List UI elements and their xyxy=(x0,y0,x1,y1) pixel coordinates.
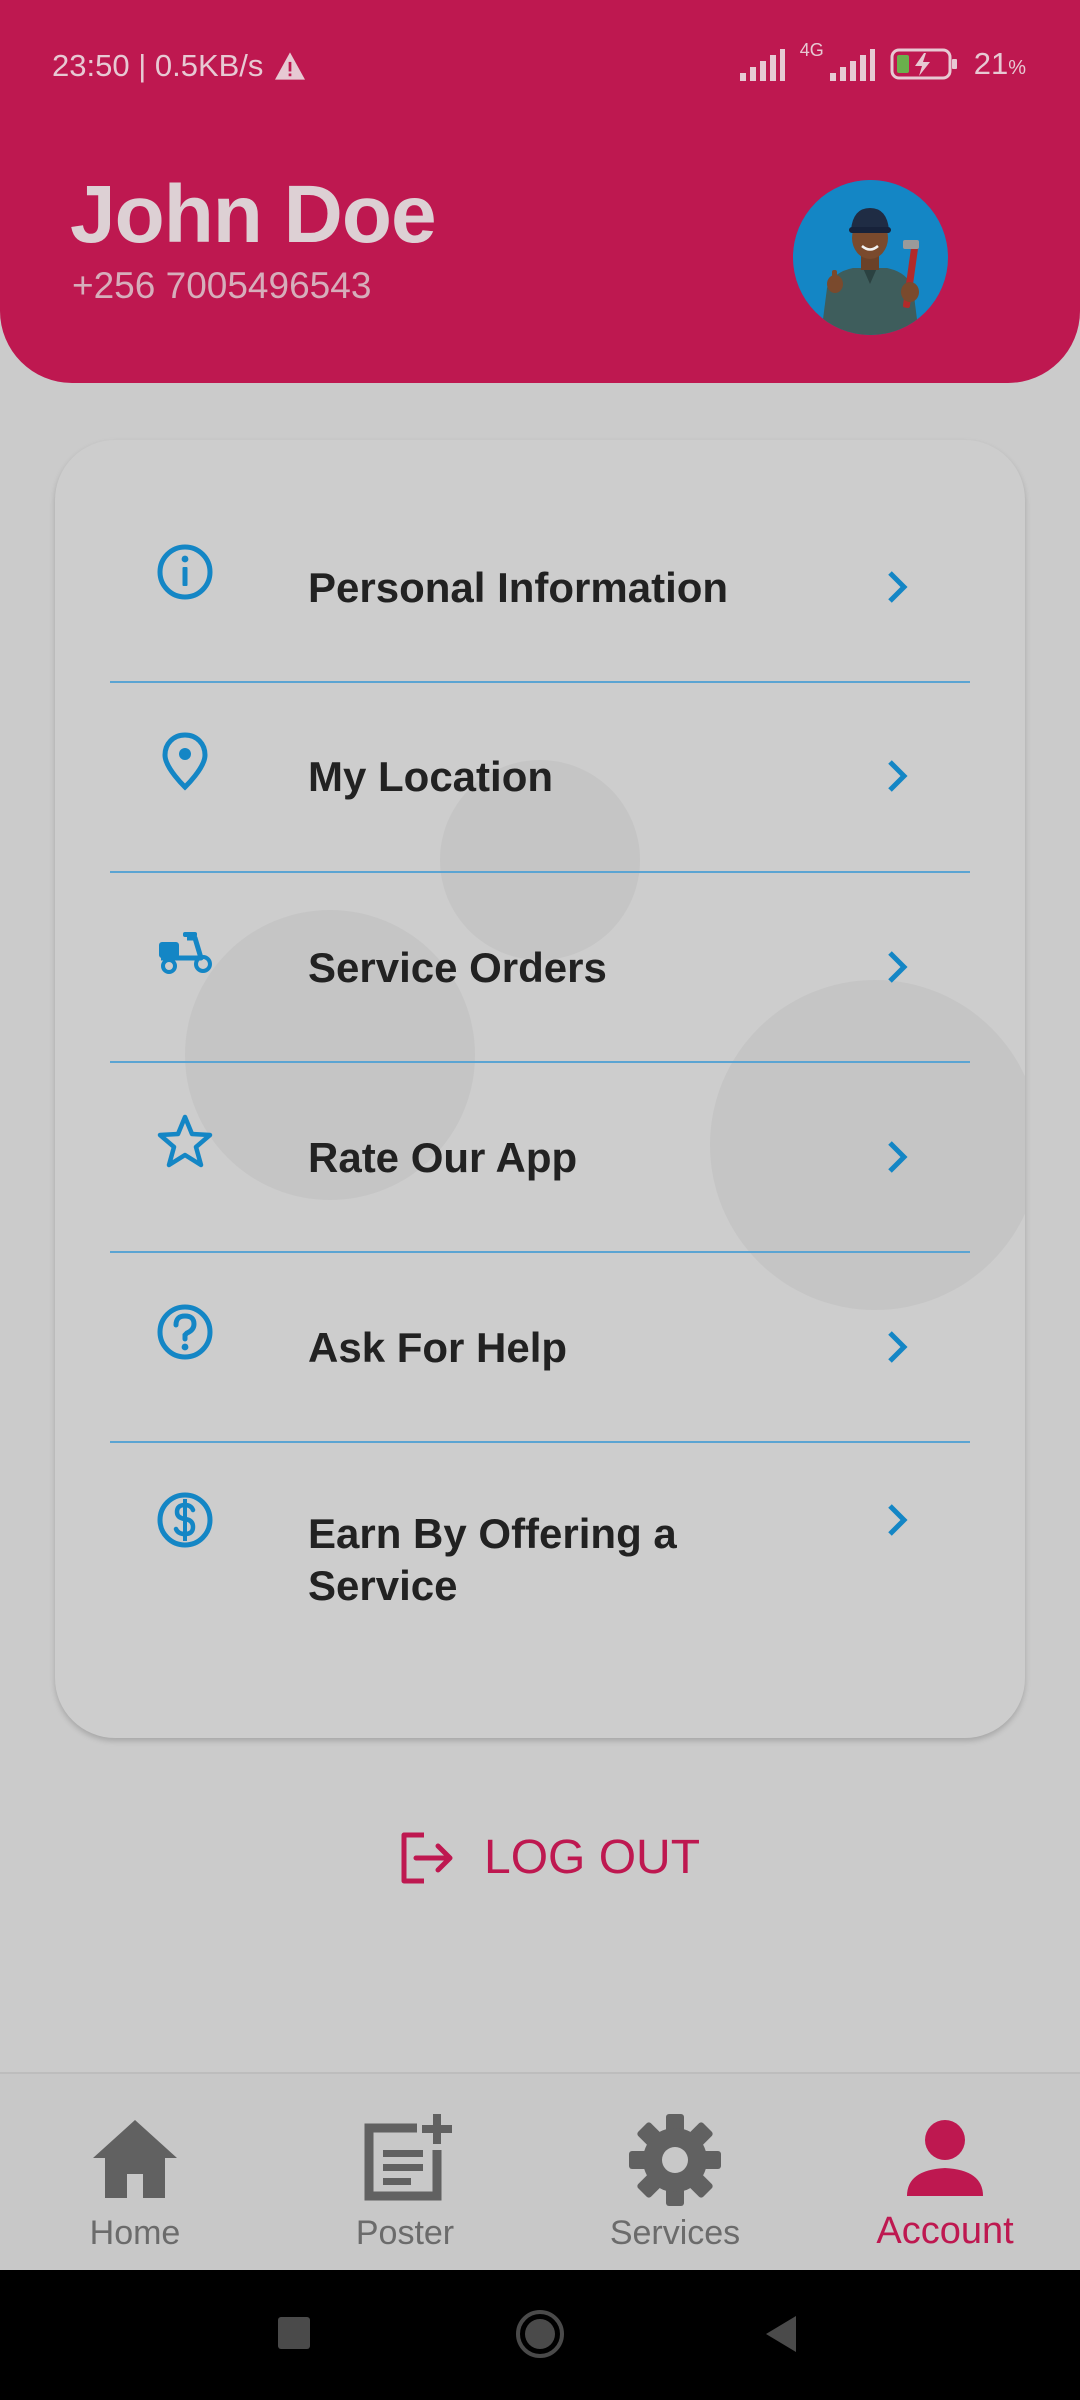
menu-item-rate-our-app[interactable]: Rate Our App xyxy=(55,1112,915,1302)
menu-item-service-orders[interactable]: Service Orders xyxy=(55,922,915,1112)
menu-item-label: Personal Information xyxy=(308,564,729,611)
scooter-icon xyxy=(159,932,212,974)
location-pin-icon xyxy=(162,732,208,791)
chevron-right-icon xyxy=(888,1504,908,1536)
menu-divider xyxy=(110,681,970,683)
menu-divider xyxy=(110,1251,970,1253)
menu-divider xyxy=(110,871,970,873)
logout-label: LOG OUT xyxy=(484,1831,701,1884)
home-system-button[interactable] xyxy=(514,2308,566,2360)
menu-item-label: Earn By Offering a Service xyxy=(308,1510,677,1609)
user-phone: +256 7005496543 xyxy=(72,265,372,306)
help-icon xyxy=(157,1304,213,1360)
menu-divider xyxy=(110,1441,970,1443)
menu-item-label: Ask For Help xyxy=(308,1324,568,1371)
nav-services[interactable]: Services xyxy=(540,2074,810,2272)
nav-poster[interactable]: Poster xyxy=(270,2074,540,2272)
status-right: 4G 21% xyxy=(738,40,1026,82)
home-icon xyxy=(93,2120,177,2198)
avatar[interactable] xyxy=(793,180,948,335)
dollar-icon xyxy=(157,1492,213,1548)
menu-divider xyxy=(110,1061,970,1063)
logout-button[interactable]: LOG OUT xyxy=(398,1830,700,1885)
star-icon xyxy=(157,1114,213,1168)
bottom-nav: Home Poster Services Account xyxy=(0,2072,1080,2270)
menu-item-ask-for-help[interactable]: Ask For Help xyxy=(55,1302,915,1492)
nav-poster-label: Poster xyxy=(355,2214,455,2252)
chevron-right-icon xyxy=(888,571,908,603)
user-name: John Doe xyxy=(70,169,437,260)
menu-item-label: Service Orders xyxy=(308,944,607,991)
nav-account-label: Account xyxy=(876,2210,1014,2252)
menu-item-my-location[interactable]: My Location xyxy=(55,731,915,921)
battery-level: 21% xyxy=(973,46,1026,81)
recent-apps-button[interactable] xyxy=(276,2315,312,2351)
menu-item-earn-by-offering-service[interactable]: Earn By Offering a Service xyxy=(55,1490,915,1630)
signal-icon xyxy=(739,49,785,81)
info-icon xyxy=(157,544,213,600)
nav-services-label: Services xyxy=(609,2214,741,2252)
status-bar: 23:50 | 0.5KB/s 4G 21% xyxy=(0,0,1080,110)
menu-item-label: My Location xyxy=(308,753,554,800)
nav-home[interactable]: Home xyxy=(0,2074,270,2272)
chevron-right-icon xyxy=(888,1331,908,1363)
battery-charging-icon xyxy=(890,48,957,80)
network-type: 4G xyxy=(799,39,824,60)
status-time-speed: 23:50 | 0.5KB/s xyxy=(52,48,264,83)
plumber-avatar xyxy=(793,180,947,335)
gear-icon xyxy=(629,2114,721,2206)
logout-icon xyxy=(401,1832,453,1883)
menu-item-personal-information[interactable]: Personal Information xyxy=(55,542,915,732)
person-icon xyxy=(907,2120,983,2196)
chevron-right-icon xyxy=(888,951,908,983)
back-system-button[interactable] xyxy=(762,2314,800,2354)
warning-icon xyxy=(275,52,306,80)
nav-account[interactable]: Account xyxy=(810,2074,1080,2272)
profile-header: 23:50 | 0.5KB/s 4G 21% John Doe +256 700… xyxy=(0,0,1080,383)
chevron-right-icon xyxy=(888,1141,908,1173)
chevron-right-icon xyxy=(888,760,908,792)
menu-item-label: Rate Our App xyxy=(308,1134,578,1181)
status-left: 23:50 | 0.5KB/s xyxy=(52,48,307,84)
post-add-icon xyxy=(364,2114,452,2201)
signal-4g-icon xyxy=(829,49,875,81)
system-nav-bar xyxy=(0,2270,1080,2400)
nav-home-label: Home xyxy=(89,2214,181,2252)
